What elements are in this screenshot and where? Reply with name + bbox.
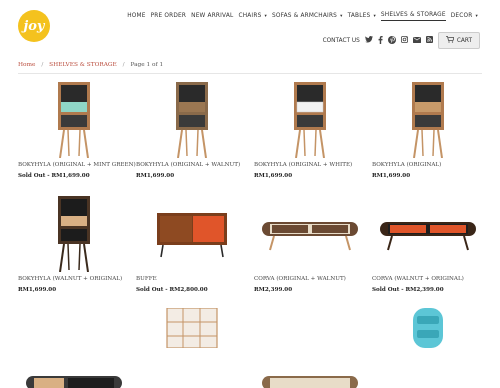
rss-icon[interactable]: [425, 36, 433, 45]
product-card[interactable]: BOKYHYLA (ORIGINAL + WHITE) RM1,699.00: [254, 80, 366, 179]
nav-item-shelves-storage[interactable]: SHELVES & STORAGE: [380, 12, 446, 21]
contact-us-link[interactable]: CONTACT US: [323, 38, 360, 44]
product-name[interactable]: BUFFE: [136, 276, 248, 282]
cart-icon: [445, 36, 455, 45]
product-card[interactable]: BOKYHYLA (ORIGINAL) RM1,699.00: [372, 80, 484, 179]
nav-item-tables[interactable]: TABLES ▾: [348, 13, 376, 21]
product-card[interactable]: BOKYHYLA (ORIGINAL + WALNUT) RM1,699.00: [136, 80, 248, 179]
product-card[interactable]: BUFFE Sold Out - RM2,800.00: [136, 194, 248, 293]
product-image[interactable]: [254, 80, 366, 160]
product-name[interactable]: BOKYHYLA (ORIGINAL + WALNUT): [136, 162, 248, 168]
logo-text: joy: [23, 18, 45, 34]
product-image[interactable]: [372, 80, 484, 160]
product-price: RM1,699.00: [18, 287, 57, 293]
product-price: Sold Out - RM1,699.00: [18, 173, 90, 179]
brand-logo[interactable]: joy: [18, 10, 50, 42]
product-price: RM1,699.00: [372, 173, 411, 179]
product-card[interactable]: [254, 308, 366, 388]
product-name[interactable]: BOKYHYLA (WALNUT + ORIGINAL): [18, 276, 130, 282]
mail-icon[interactable]: [412, 36, 421, 45]
product-name[interactable]: CORVA (WALNUT + ORIGINAL): [372, 276, 484, 282]
cart-button[interactable]: CART: [437, 32, 480, 49]
product-image[interactable]: [136, 308, 248, 388]
utility-bar: CONTACT US CART: [323, 32, 480, 49]
pinterest-icon[interactable]: [387, 35, 396, 46]
product-image[interactable]: [254, 308, 366, 388]
product-price: Sold Out - RM2,800.00: [136, 287, 208, 293]
breadcrumb: Home / SHELVES & STORAGE / Page 1 of 1: [18, 62, 163, 68]
product-card[interactable]: [18, 308, 130, 388]
nav-item-new-arrival[interactable]: NEW ARRIVAL: [191, 13, 233, 21]
product-image[interactable]: [254, 194, 366, 274]
product-image[interactable]: [136, 80, 248, 160]
product-price: RM1,699.00: [136, 173, 175, 179]
breadcrumb-separator: /: [122, 62, 125, 68]
product-image[interactable]: [18, 80, 130, 160]
chevron-down-icon: ▾: [340, 13, 343, 19]
main-nav: HOME PRE ORDER NEW ARRIVAL CHAIRS ▾ SOFA…: [127, 12, 478, 21]
cart-label: CART: [456, 37, 472, 44]
breadcrumb-section-link[interactable]: SHELVES & STORAGE: [49, 62, 117, 68]
product-name[interactable]: BOKYHYLA (ORIGINAL + MINT GREEN): [18, 162, 136, 168]
product-name[interactable]: CORVA (ORIGINAL + WALNUT): [254, 276, 366, 282]
product-image[interactable]: [136, 194, 248, 274]
header-divider: [18, 73, 482, 74]
instagram-icon[interactable]: [400, 36, 408, 45]
twitter-icon[interactable]: [364, 36, 373, 45]
nav-item-home[interactable]: HOME: [127, 13, 145, 21]
nav-item-pre-order[interactable]: PRE ORDER: [151, 13, 187, 21]
product-card[interactable]: BOKYHYLA (ORIGINAL + MINT GREEN) Sold Ou…: [18, 80, 136, 179]
product-price: RM2,399.00: [254, 287, 293, 293]
product-card[interactable]: [136, 308, 248, 388]
chevron-down-icon: ▾: [264, 13, 267, 19]
breadcrumb-separator: /: [41, 62, 44, 68]
breadcrumb-page-indicator: Page 1 of 1: [130, 62, 164, 68]
product-card[interactable]: CORVA (WALNUT + ORIGINAL) Sold Out - RM2…: [372, 194, 484, 293]
product-image[interactable]: [18, 308, 130, 388]
product-name[interactable]: BOKYHYLA (ORIGINAL + WHITE): [254, 162, 366, 168]
product-image[interactable]: [372, 308, 484, 388]
breadcrumb-home-link[interactable]: Home: [18, 62, 35, 68]
product-card[interactable]: CORVA (ORIGINAL + WALNUT) RM2,399.00: [254, 194, 366, 293]
nav-item-chairs[interactable]: CHAIRS ▾: [238, 13, 267, 21]
product-price: RM1,699.00: [254, 173, 293, 179]
product-name[interactable]: BOKYHYLA (ORIGINAL): [372, 162, 484, 168]
chevron-down-icon: ▾: [475, 13, 478, 19]
product-card[interactable]: BOKYHYLA (WALNUT + ORIGINAL) RM1,699.00: [18, 194, 130, 293]
facebook-icon[interactable]: [378, 35, 383, 46]
nav-item-decor[interactable]: DECOR ▾: [451, 13, 478, 21]
product-card[interactable]: [372, 308, 484, 388]
nav-item-sofas-armchairs[interactable]: SOFAS & ARMCHAIRS ▾: [272, 13, 343, 21]
product-image[interactable]: [18, 194, 130, 274]
product-price: Sold Out - RM2,399.00: [372, 287, 444, 293]
product-image[interactable]: [372, 194, 484, 274]
chevron-down-icon: ▾: [373, 13, 376, 19]
